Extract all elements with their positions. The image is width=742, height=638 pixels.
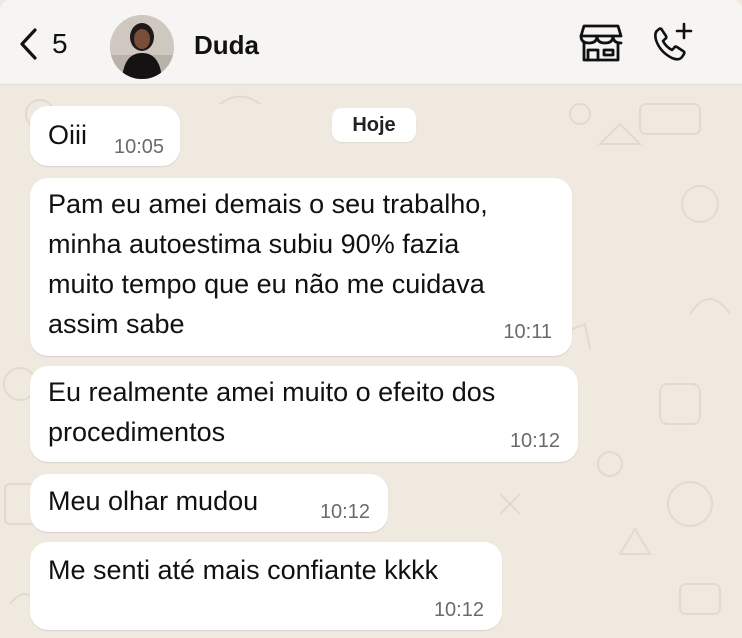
message-text: Meu olhar mudou (48, 486, 259, 516)
message-text: Pam eu amei demais o seu trabalho, minha… (48, 189, 488, 339)
message-time: 10:05 (114, 136, 165, 158)
chat-window: 5 Duda Hoje Oiii 10:05 Pam eu amei demai… (0, 0, 742, 638)
date-separator: Hoje (332, 108, 416, 142)
message-bubble[interactable]: Oiii 10:05 (30, 106, 180, 166)
message-time: 10:12 (319, 501, 370, 523)
message-time: 10:12 (433, 599, 484, 621)
message-bubble[interactable]: Me senti até mais confiante kkkk 10:12 (30, 542, 502, 630)
business-store-button[interactable] (578, 22, 624, 64)
message-time: 10:12 (509, 430, 560, 452)
store-icon (579, 24, 623, 62)
unread-count: 5 (52, 28, 68, 59)
message-bubble[interactable]: Eu realmente amei muito o efeito dos pro… (30, 366, 578, 462)
phone-plus-icon (654, 22, 693, 61)
avatar[interactable] (110, 15, 174, 79)
add-call-button[interactable] (650, 22, 696, 64)
message-bubble[interactable]: Pam eu amei demais o seu trabalho, minha… (30, 178, 572, 356)
message-text: Eu realmente amei muito o efeito dos pro… (48, 377, 496, 447)
chevron-left-icon (20, 28, 37, 60)
message-time: 10:11 (503, 321, 552, 343)
back-button[interactable]: 5 (18, 24, 68, 64)
message-text: Me senti até mais confiante kkkk (48, 555, 439, 585)
contact-photo (110, 15, 174, 79)
message-text: Oiii (48, 120, 87, 150)
contact-name[interactable]: Duda (194, 30, 259, 61)
chat-header: 5 Duda (0, 0, 742, 85)
message-bubble[interactable]: Meu olhar mudou 10:12 (30, 474, 388, 532)
